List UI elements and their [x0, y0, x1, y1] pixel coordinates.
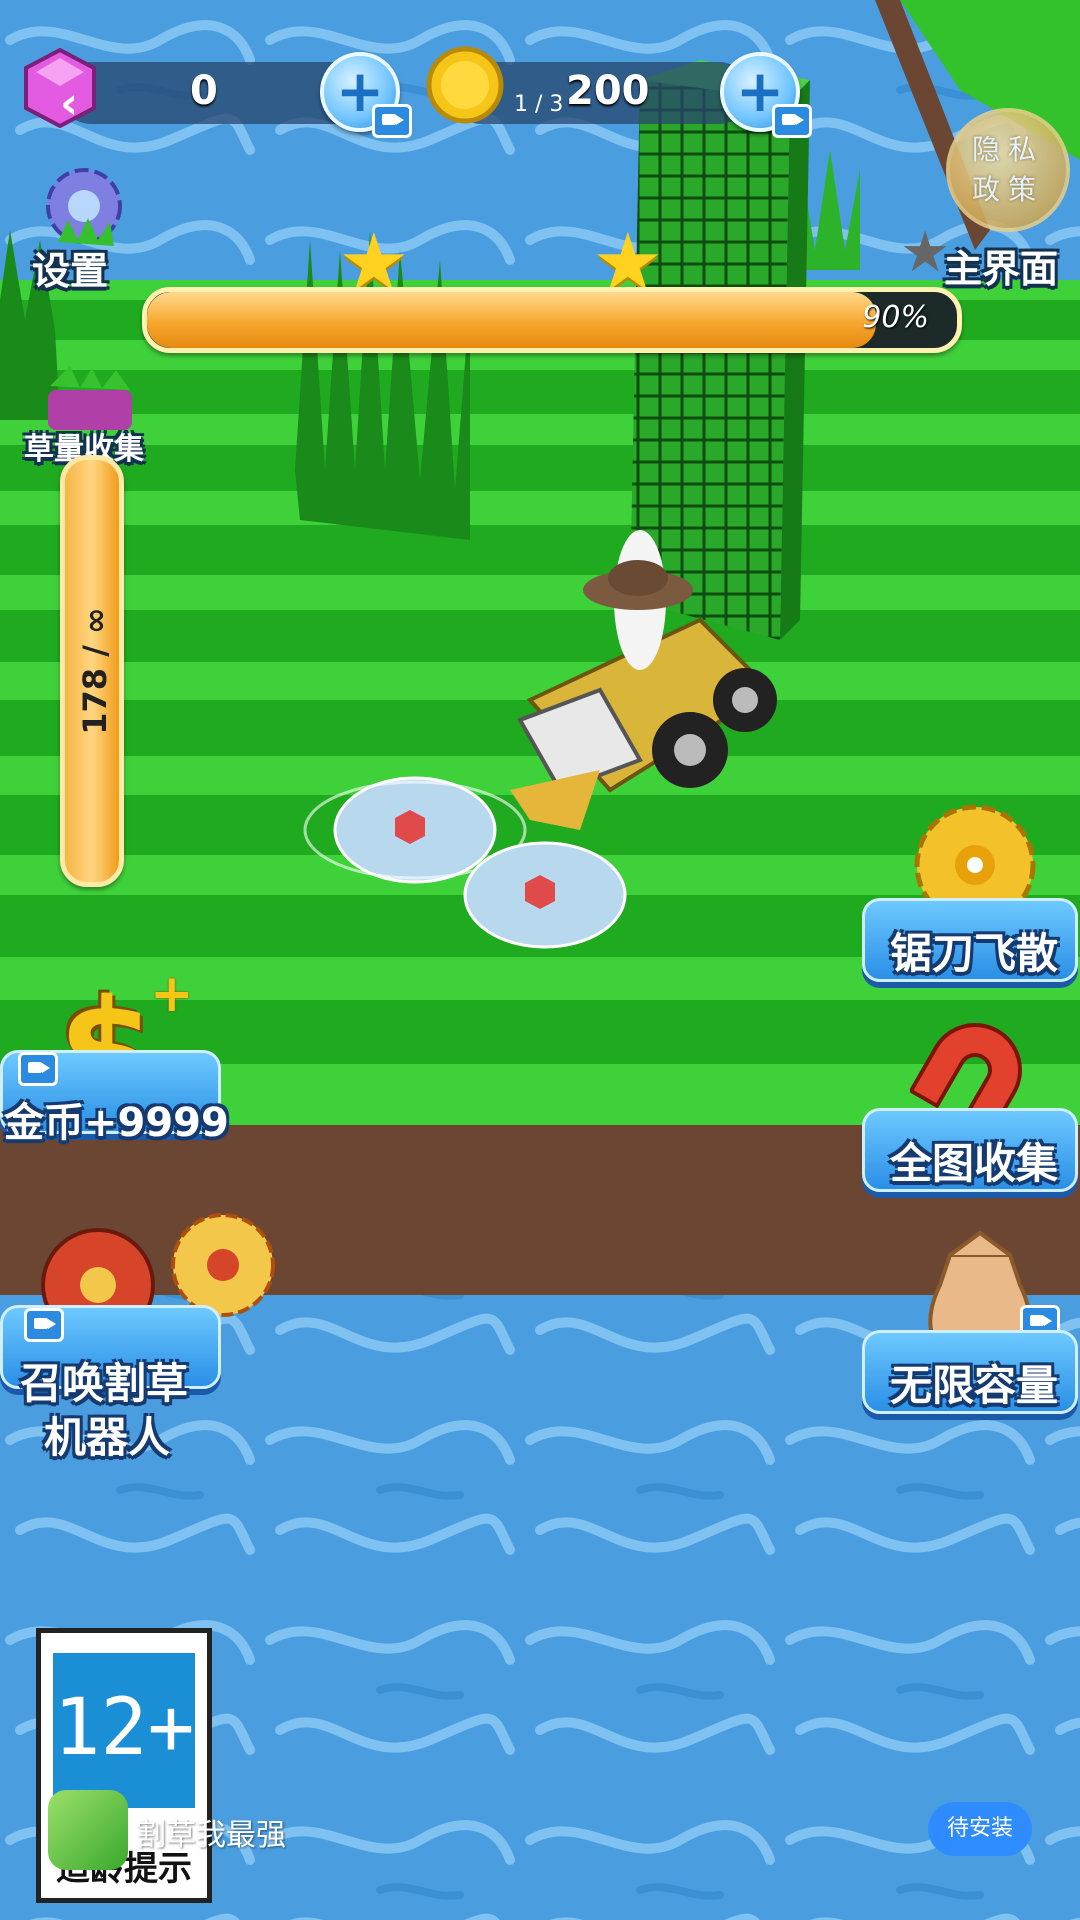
summon-robot-label-1: 召唤割草 — [20, 1359, 189, 1408]
settings-button[interactable]: 设置 — [20, 160, 140, 293]
plus-icon: + — [150, 964, 194, 1024]
level-progress: 1 / 3 — [514, 92, 564, 117]
saw-scatter-label: 锯刀飞散 — [890, 929, 1059, 978]
video-ad-icon — [372, 104, 412, 138]
level-progress-bar: 90% — [142, 287, 962, 353]
grass-capacity-bar: 178 / ∞ — [60, 455, 124, 887]
app-name[interactable]: 割草我最强 — [136, 1810, 286, 1854]
video-ad-icon — [18, 1052, 58, 1086]
install-button[interactable]: 待安装 — [928, 1802, 1032, 1856]
collect-all-label: 全图收集 — [890, 1139, 1059, 1188]
age-rating-panel: 12+ — [53, 1653, 195, 1808]
unlimited-capacity-label: 无限容量 — [890, 1361, 1059, 1410]
coin-icon — [426, 46, 504, 124]
saw-scatter-button[interactable]: 锯刀飞散 — [860, 800, 1080, 1000]
video-ad-icon — [24, 1308, 64, 1342]
back-arrow-icon[interactable]: ‹ — [60, 78, 78, 129]
main-menu-button[interactable]: ★ 主界面 — [900, 200, 1070, 291]
app-icon[interactable] — [48, 1790, 128, 1870]
age-rating-number: 12+ — [53, 1683, 195, 1773]
level-progress-percent: 90% — [862, 300, 929, 335]
privacy-policy-label: 隐私政策 — [971, 133, 1044, 206]
coin-bonus-button[interactable]: $ + 金币+9999 — [0, 964, 230, 1160]
summon-robot-label-2: 机器人 — [44, 1413, 171, 1462]
video-ad-icon — [772, 104, 812, 138]
coin-bonus-label: 金币+9999 — [4, 1100, 229, 1146]
collect-all-button[interactable]: 全图收集 — [860, 1010, 1080, 1210]
gem-count: 0 — [190, 68, 218, 114]
gear-icon — [46, 168, 122, 246]
settings-label: 设置 — [32, 249, 109, 293]
summon-robot-button[interactable]: 召唤割草 机器人 — [0, 1210, 280, 1462]
level-progress-fill — [147, 292, 876, 348]
grass-capacity-text: 178 / ∞ — [76, 607, 114, 735]
coin-count: 200 — [566, 68, 650, 114]
unlimited-capacity-button[interactable]: 无限容量 — [860, 1225, 1080, 1425]
saw-blade-right — [463, 841, 627, 949]
main-menu-label: 主界面 — [944, 247, 1059, 291]
star-icon: ★ — [900, 220, 951, 285]
